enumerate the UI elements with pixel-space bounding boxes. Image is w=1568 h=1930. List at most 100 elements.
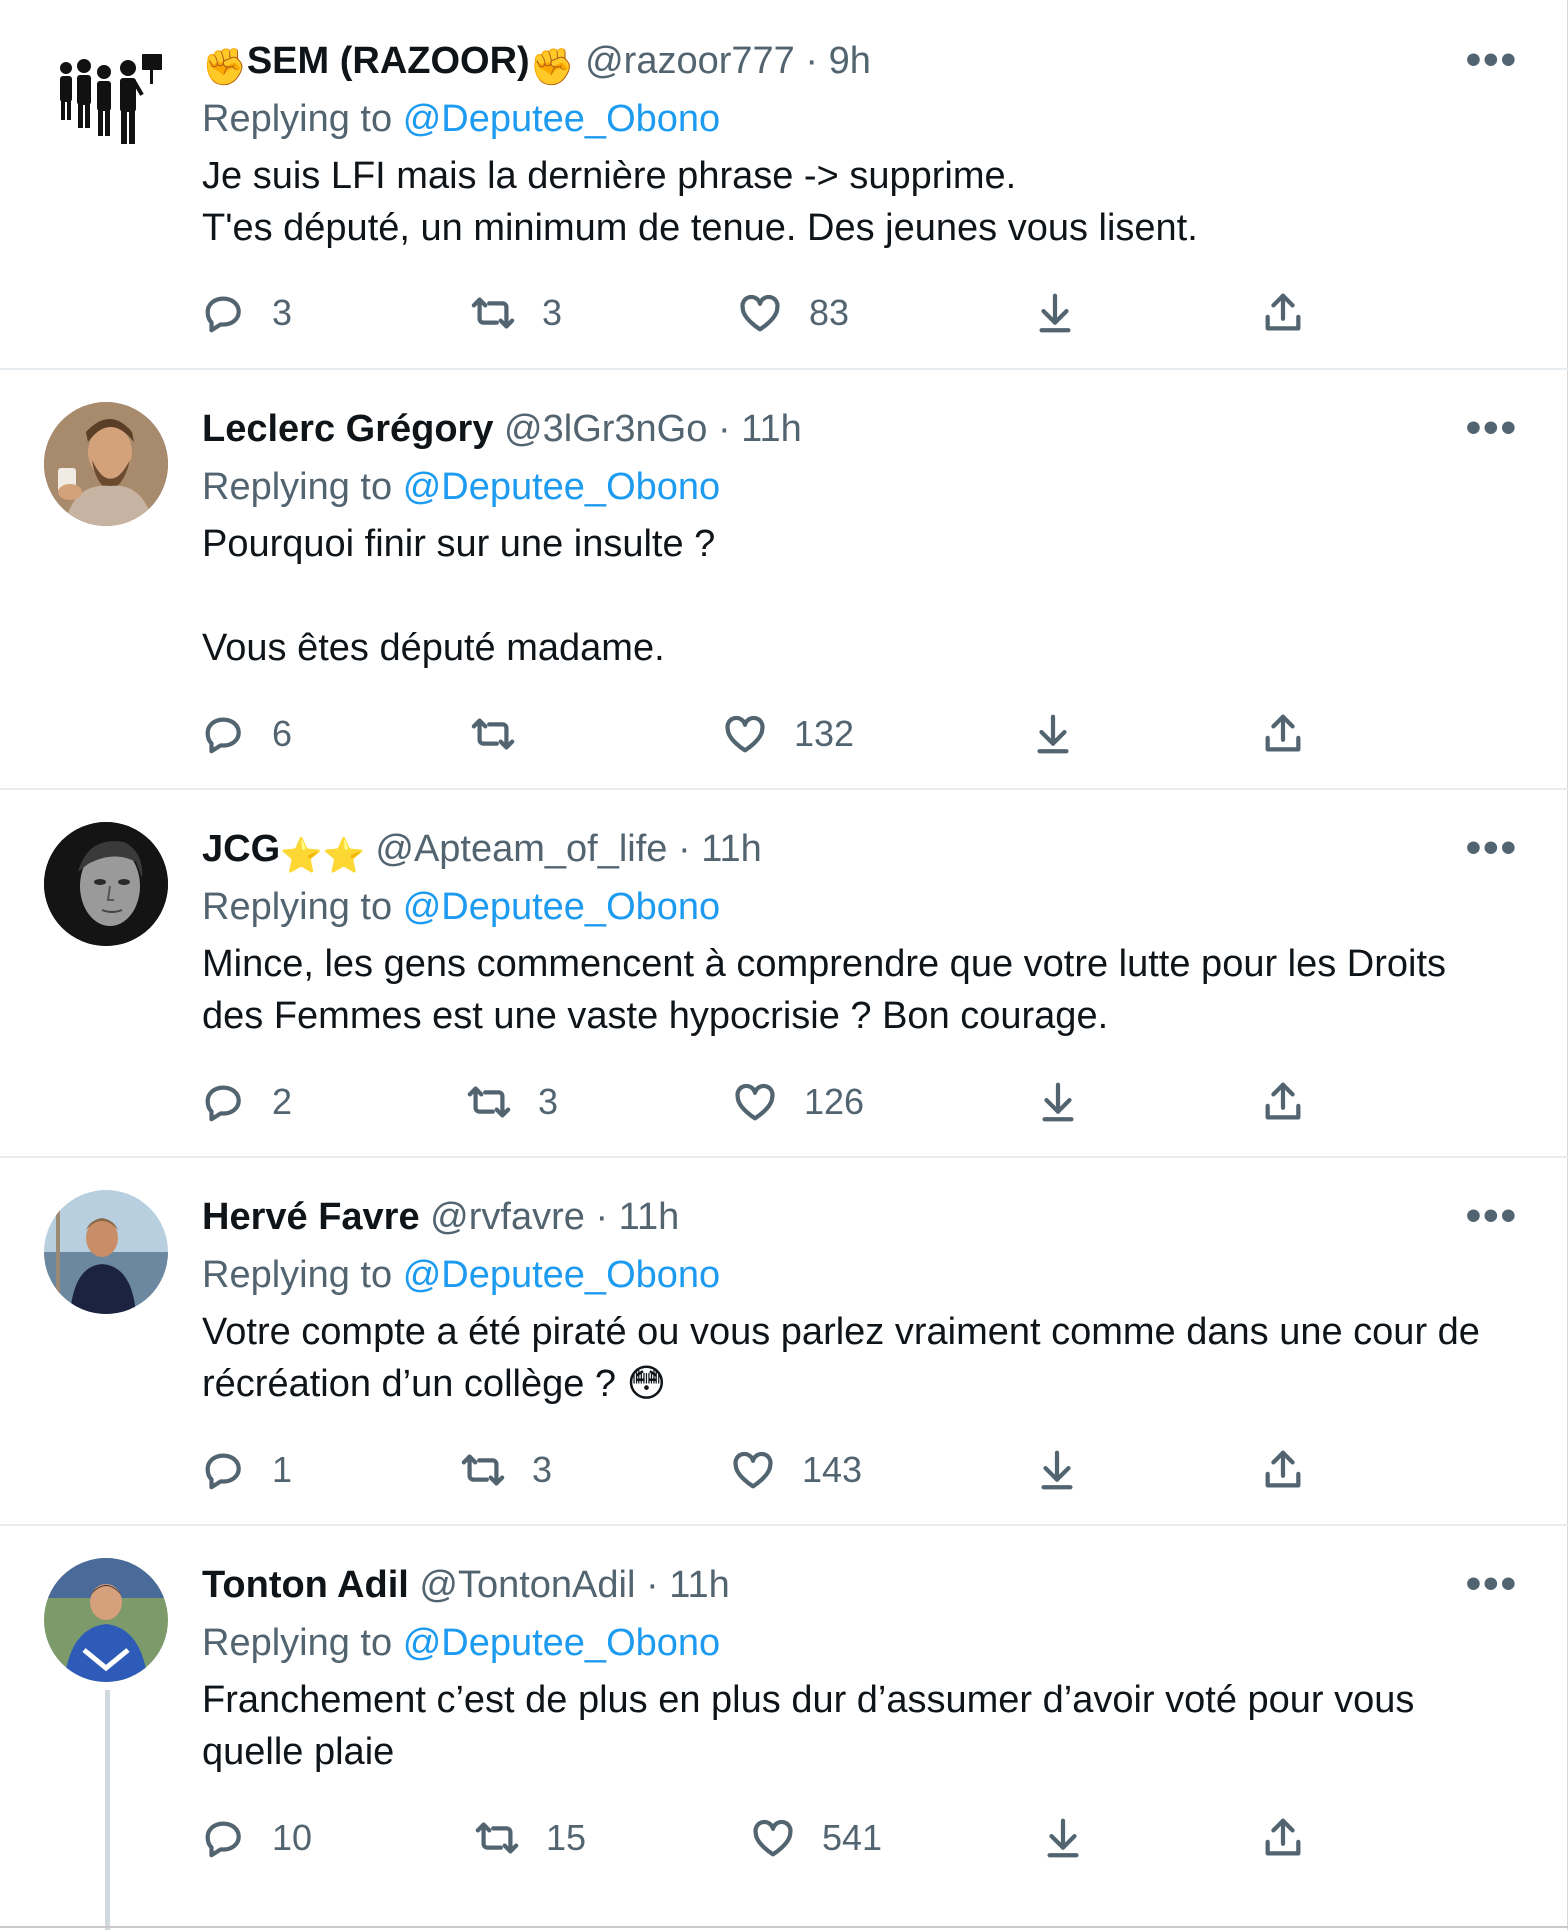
timestamp[interactable]: 11h [701,828,762,870]
reply-button[interactable]: 3 [200,287,292,339]
user-handle[interactable]: @razoor777 [585,40,795,82]
like-count: 126 [804,1081,865,1122]
text-line: Vous êtes député madame. [202,627,665,669]
more-icon[interactable]: ••• [1466,406,1518,450]
like-button[interactable]: 132 [722,708,854,760]
action-bar: 3 3 83 [200,287,1330,339]
retweet-button[interactable]: 3 [460,1444,552,1496]
text-line: Je suis LFI mais la dernière phrase -> s… [202,155,1017,197]
reply-count: 3 [272,292,293,333]
timestamp[interactable]: 9h [829,40,871,82]
retweet-button[interactable]: 3 [466,1076,558,1128]
avatar[interactable] [44,1190,168,1314]
more-icon[interactable]: ••• [1466,1194,1518,1238]
share-button[interactable] [1260,1444,1306,1496]
replying-label: Replying to [202,466,393,508]
download-button[interactable] [1032,287,1078,339]
man-photo [44,402,168,526]
user-handle[interactable]: @TontonAdil [419,1564,635,1606]
protest-group-icon [60,54,162,144]
raised-fist-emoji: ✊ [529,46,575,87]
mention-link[interactable]: @Deputee_Obono [403,1622,720,1664]
mention-link[interactable]: @Deputee_Obono [403,98,720,140]
like-button[interactable]: 143 [730,1444,862,1496]
download-icon [1041,1450,1073,1490]
display-name[interactable]: Tonton Adil [202,1564,409,1606]
reply-button[interactable]: 6 [200,708,292,760]
reply-button[interactable]: 1 [200,1444,292,1496]
user-handle[interactable]: @3lGr3nGo [504,408,707,450]
reply-button[interactable]: 10 [200,1812,312,1864]
download-button[interactable] [1034,1444,1080,1496]
reply-count: 6 [272,713,293,754]
display-name[interactable]: Hervé Favre [202,1196,420,1238]
tweet-header: Hervé Favre @rvfavre · 11h [202,1194,1418,1240]
share-button[interactable] [1260,1076,1306,1128]
tweet-text: Pourquoi finir sur une insulte ? Vous êt… [202,518,1528,674]
text-line: Votre compte a été piraté ou vous parlez… [202,1311,1480,1353]
like-button[interactable]: 126 [732,1076,864,1128]
separator-dot: · [678,828,691,870]
replying-label: Replying to [202,98,393,140]
reply-icon [205,1821,241,1858]
user-handle[interactable]: @Apteam_of_life [375,828,667,870]
share-icon [1265,1818,1301,1856]
replying-to: Replying to @Deputee_Obono [202,884,720,930]
text-line: récréation d’un collège ? 😳 [202,1363,667,1405]
reply-icon [205,1453,241,1490]
separator-dot: · [805,40,818,82]
tweet-text: Franchement c’est de plus en plus dur d’… [202,1674,1528,1778]
reply-icon [205,717,241,754]
reply-thread: ✊SEM (RAZOOR)✊ @razoor777 · 9h ••• Reply… [0,0,1568,1930]
download-button[interactable] [1030,708,1076,760]
reply-count: 10 [272,1817,313,1858]
timestamp[interactable]: 11h [619,1196,680,1238]
reply-tweet[interactable]: ✊SEM (RAZOOR)✊ @razoor777 · 9h ••• Reply… [0,0,1568,368]
download-button[interactable] [1035,1076,1081,1128]
retweet-button[interactable]: 3 [470,287,562,339]
display-name[interactable]: JCG [202,828,280,870]
download-button[interactable] [1040,1812,1086,1864]
retweet-button[interactable]: 15 [474,1812,586,1864]
retweet-button[interactable] [470,708,542,760]
man-sea-photo [44,1190,168,1314]
like-count: 541 [822,1817,883,1858]
avatar[interactable] [44,822,168,946]
more-icon[interactable]: ••• [1466,1562,1518,1606]
action-bar: 1 3 143 [200,1444,1330,1496]
user-handle[interactable]: @rvfavre [430,1196,585,1238]
more-icon[interactable]: ••• [1466,38,1518,82]
display-name[interactable]: Leclerc Grégory [202,408,493,450]
more-icon[interactable]: ••• [1466,826,1518,870]
timestamp[interactable]: 11h [669,1564,730,1606]
share-button[interactable] [1260,708,1306,760]
avatar[interactable] [44,402,168,526]
tweet-header: Leclerc Grégory @3lGr3nGo · 11h [202,406,1418,452]
text-line: des Femmes est une vaste hypocrisie ? Bo… [202,995,1109,1037]
timestamp[interactable]: 11h [741,408,802,450]
share-button[interactable] [1260,1812,1306,1864]
share-button[interactable] [1260,287,1306,339]
like-button[interactable]: 83 [737,287,849,339]
avatar[interactable] [44,44,168,168]
reply-button[interactable]: 2 [200,1076,292,1128]
display-name[interactable]: SEM (RAZOOR) [247,40,530,82]
avatar[interactable] [44,1558,168,1682]
like-button[interactable]: 541 [750,1812,882,1864]
mention-link[interactable]: @Deputee_Obono [403,466,720,508]
replying-label: Replying to [202,886,393,928]
reply-tweet[interactable]: Tonton Adil @TontonAdil · 11h ••• Replyi… [0,1526,1568,1930]
reply-tweet[interactable]: Hervé Favre @rvfavre · 11h ••• Replying … [0,1158,1568,1524]
thread-line [105,1690,110,1930]
like-icon [735,1083,775,1121]
share-icon [1265,1082,1301,1120]
tweet-header: JCG⭐⭐ @Apteam_of_life · 11h [202,826,1418,879]
retweet-icon [467,1086,511,1118]
tweet-text: Votre compte a été piraté ou vous parlez… [202,1306,1528,1410]
retweet-icon [471,297,515,329]
mention-link[interactable]: @Deputee_Obono [403,1254,720,1296]
reply-tweet[interactable]: Leclerc Grégory @3lGr3nGo · 11h ••• Repl… [0,370,1568,788]
mention-link[interactable]: @Deputee_Obono [403,886,720,928]
reply-tweet[interactable]: JCG⭐⭐ @Apteam_of_life · 11h ••• Replying… [0,790,1568,1156]
like-count: 143 [802,1449,863,1490]
